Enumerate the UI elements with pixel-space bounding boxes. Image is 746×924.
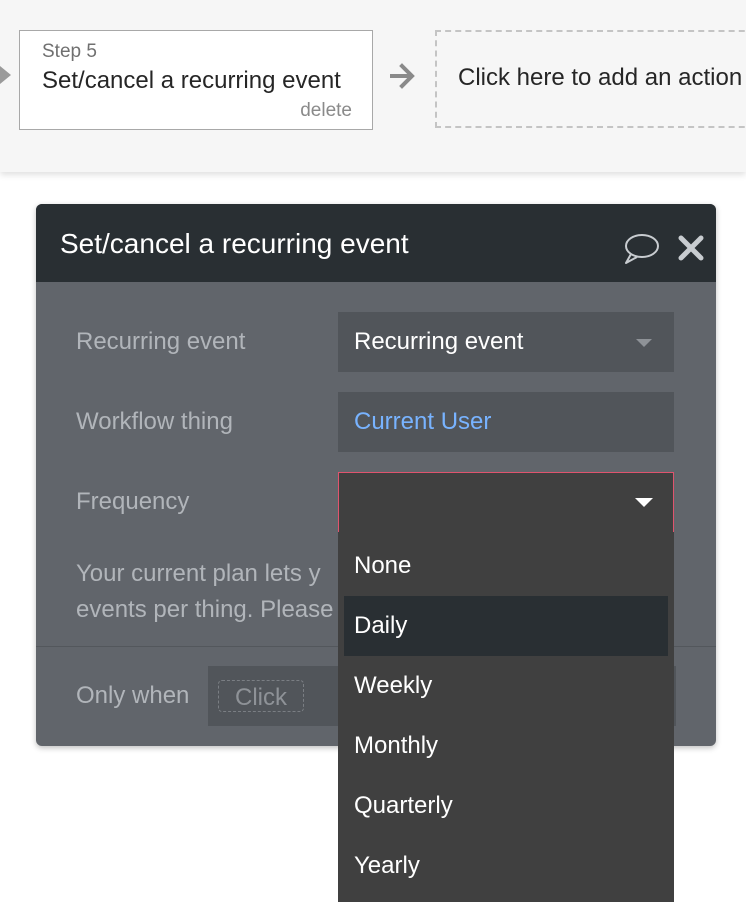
frequency-label: Frequency — [76, 488, 190, 515]
dropdown-option-none[interactable]: None — [344, 536, 668, 596]
panel-title: Set/cancel a recurring event — [60, 228, 409, 259]
workflow-canvas: Step 5 Set/cancel a recurring event dele… — [0, 0, 746, 172]
option-label: Quarterly — [354, 792, 453, 819]
only-when-label: Only when — [76, 682, 190, 709]
workflow-thing-input[interactable]: Current User — [338, 392, 674, 452]
delete-step-link[interactable]: delete — [300, 100, 352, 122]
recurring-event-select[interactable]: Recurring event — [338, 312, 674, 372]
option-label: Weekly — [354, 672, 433, 699]
option-label: Daily — [354, 612, 408, 639]
add-action-button[interactable]: Click here to add an action — [435, 30, 746, 128]
dropdown-option-quarterly[interactable]: Quarterly — [344, 776, 668, 836]
step-title: Set/cancel a recurring event — [42, 67, 341, 94]
option-label: Monthly — [354, 732, 439, 759]
step-number: Step 5 — [42, 41, 97, 62]
recurring-event-label: Recurring event — [76, 328, 246, 355]
workflow-thing-value[interactable]: Current User — [354, 408, 491, 436]
comment-icon[interactable] — [622, 232, 660, 266]
chevron-down-icon — [635, 498, 653, 507]
dropdown-option-monthly[interactable]: Monthly — [344, 716, 668, 776]
close-icon[interactable] — [678, 235, 704, 261]
add-action-label: Click here to add an action — [458, 64, 743, 91]
step-card[interactable]: Step 5 Set/cancel a recurring event dele… — [19, 30, 373, 130]
option-label: Yearly — [354, 852, 420, 879]
only-when-click-placeholder[interactable]: Click — [218, 680, 304, 712]
option-label: None — [354, 552, 412, 579]
chevron-down-icon — [636, 339, 652, 347]
dropdown-option-yearly[interactable]: Yearly — [344, 836, 668, 896]
recurring-event-value: Recurring event — [354, 328, 524, 355]
arrow-right-icon — [390, 63, 415, 89]
workflow-thing-label: Workflow thing — [76, 408, 233, 435]
click-placeholder-text: Click — [235, 684, 287, 711]
dropdown-option-weekly[interactable]: Weekly — [344, 656, 668, 716]
dropdown-option-daily[interactable]: Daily — [344, 596, 668, 656]
frequency-dropdown-menu: None Daily Weekly Monthly Quarterly Year… — [338, 532, 674, 902]
frequency-select[interactable] — [338, 472, 674, 532]
panel-header: Set/cancel a recurring event — [36, 204, 716, 282]
incoming-arrow-icon — [0, 66, 11, 84]
